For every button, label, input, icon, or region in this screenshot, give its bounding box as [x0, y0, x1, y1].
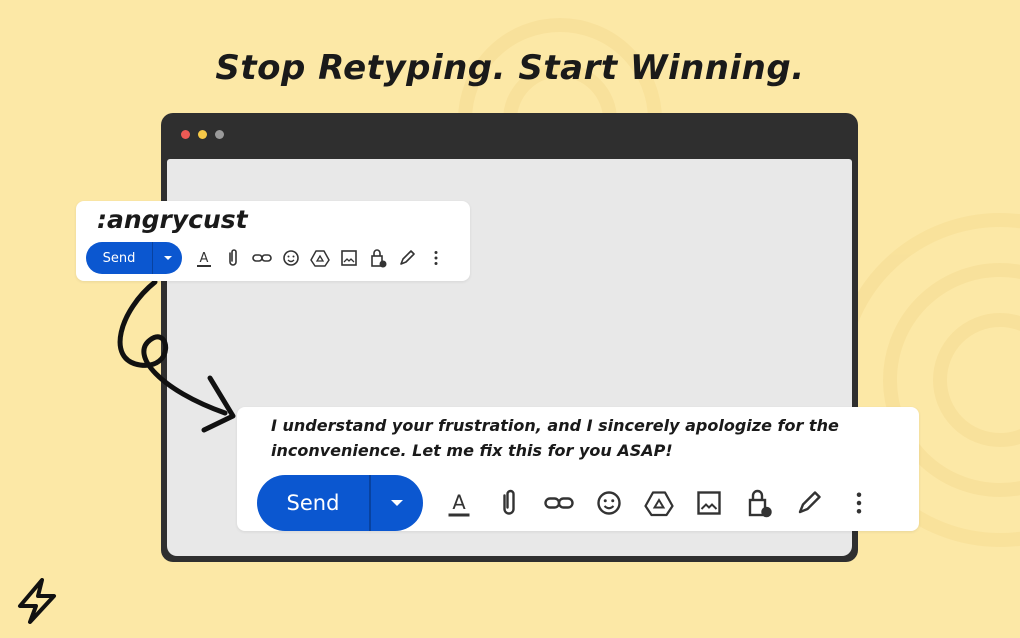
send-options-dropdown[interactable]	[153, 242, 182, 274]
compose-toolbar: A	[441, 485, 877, 521]
reply-compose-card: I understand your frustration, and I sin…	[237, 407, 919, 531]
compose-toolbar: A	[192, 246, 448, 270]
close-dot[interactable]	[181, 130, 190, 139]
link-icon[interactable]	[250, 246, 274, 270]
send-options-dropdown[interactable]	[371, 475, 423, 531]
drive-icon[interactable]	[641, 485, 677, 521]
chevron-down-icon	[163, 256, 172, 260]
send-button[interactable]: Send	[257, 475, 371, 531]
headline: Stop Retyping. Start Winning.	[215, 48, 805, 88]
window-title-bar	[161, 113, 858, 157]
photo-icon[interactable]	[691, 485, 727, 521]
send-button-group: Send	[86, 242, 182, 274]
reply-body-text[interactable]: I understand your frustration, and I sin…	[271, 413, 891, 463]
send-button-group: Send	[257, 475, 423, 531]
shortcut-text[interactable]: :angrycust	[97, 205, 248, 234]
drive-icon[interactable]	[308, 246, 332, 270]
text-format-icon[interactable]: A	[441, 485, 477, 521]
attach-icon[interactable]	[221, 246, 245, 270]
text-format-icon[interactable]: A	[192, 246, 216, 270]
send-button[interactable]: Send	[86, 242, 153, 274]
signature-pen-icon[interactable]	[395, 246, 419, 270]
photo-icon[interactable]	[337, 246, 361, 270]
confidential-lock-icon[interactable]	[366, 246, 390, 270]
svg-text:A: A	[200, 251, 209, 266]
more-options-icon[interactable]	[841, 485, 877, 521]
emoji-icon[interactable]	[279, 246, 303, 270]
attach-icon[interactable]	[491, 485, 527, 521]
link-icon[interactable]	[541, 485, 577, 521]
minimize-dot[interactable]	[198, 130, 207, 139]
maximize-dot[interactable]	[215, 130, 224, 139]
svg-text:A: A	[452, 491, 466, 514]
confidential-lock-icon[interactable]	[741, 485, 777, 521]
signature-pen-icon[interactable]	[791, 485, 827, 521]
lightning-bolt-icon	[18, 578, 56, 624]
shortcut-compose-card: :angrycust Send A	[76, 201, 470, 281]
emoji-icon[interactable]	[591, 485, 627, 521]
chevron-down-icon	[391, 500, 403, 506]
more-options-icon[interactable]	[424, 246, 448, 270]
